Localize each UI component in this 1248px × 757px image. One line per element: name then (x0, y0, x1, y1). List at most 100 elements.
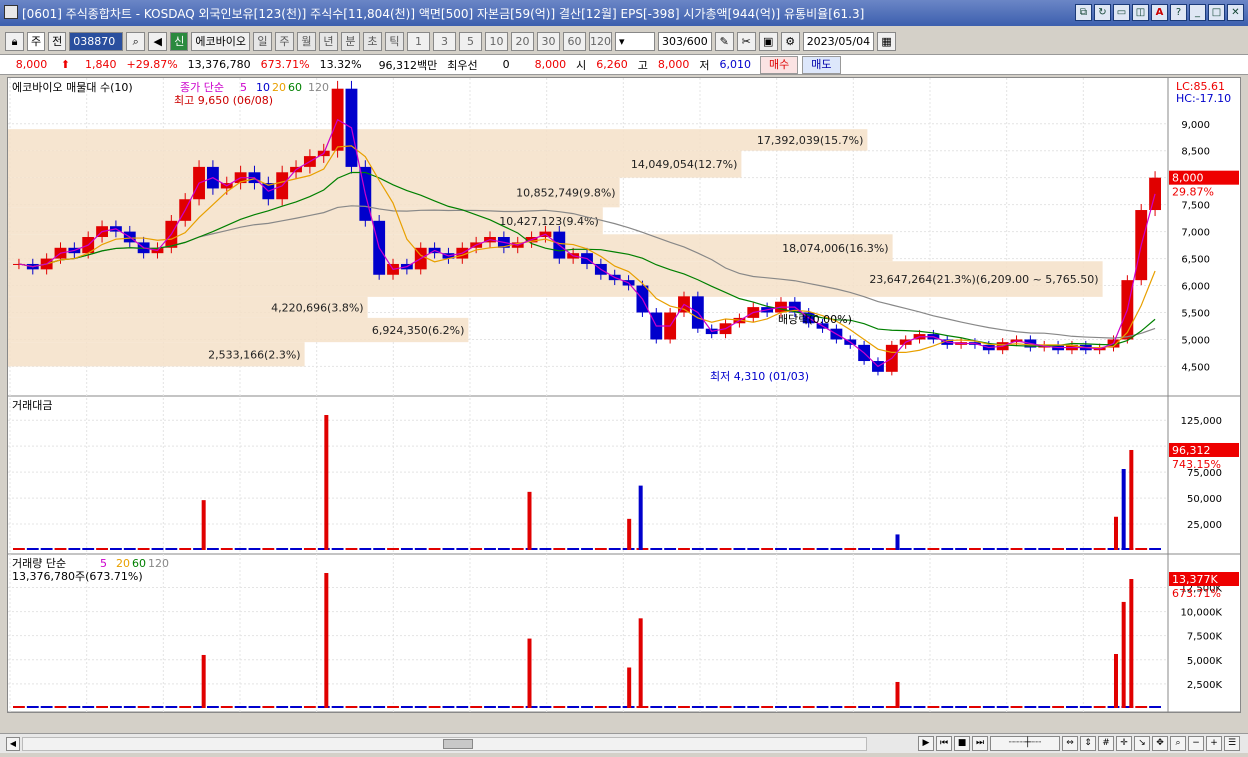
grid-icon[interactable]: # (1098, 736, 1114, 751)
expand-icon[interactable]: ⇕ (1080, 736, 1096, 751)
price-tick-label: 5,500 (1181, 309, 1210, 320)
amount-bar (165, 548, 178, 550)
volume-last-value-tag: 13,377K (1172, 573, 1218, 586)
stop-icon[interactable]: ■ (954, 736, 970, 751)
count-input[interactable]: 303/600 (657, 31, 712, 51)
amount-bar (872, 548, 884, 550)
menu-icon[interactable]: ☰ (1224, 736, 1240, 751)
pan-icon[interactable]: ✥ (1152, 736, 1168, 751)
crosshair-icon[interactable]: ✛ (1116, 736, 1132, 751)
chart-area[interactable]: 2022/020405060708091011122023/0102030405… (7, 77, 1241, 727)
date-input[interactable]: 2023/05/04 (802, 31, 875, 51)
volume-bar (913, 706, 926, 708)
period-week[interactable]: 주 (274, 31, 294, 51)
lock-icon[interactable]: 🔒︎ (5, 31, 24, 51)
stock-name: 에코바이오 (191, 31, 250, 51)
stock-code-input[interactable]: 038870 (69, 31, 124, 51)
search-icon[interactable]: ⌕ (126, 31, 146, 51)
volume-bar (123, 706, 136, 708)
volume-ma-period: 120 (148, 557, 169, 570)
interval-1[interactable]: 1 (406, 31, 430, 51)
prev-button[interactable]: 전 (48, 31, 67, 51)
volume-pct: 673.71% (260, 58, 310, 71)
current-price-value: 8,000 (15, 58, 48, 71)
volume-value: 13,376,780 (187, 58, 251, 71)
forward-icon[interactable]: ⏭ (972, 736, 988, 751)
volume-bar (996, 706, 1009, 708)
scroll-left-icon[interactable]: ◀ (6, 737, 20, 751)
help-icon[interactable]: ? (1170, 4, 1187, 21)
zoom-slider[interactable]: ┈┈┈┼┈┈ (990, 736, 1060, 751)
volume-bar (895, 681, 900, 708)
amount-bar (324, 415, 329, 550)
volume-bar (927, 706, 940, 708)
period-minute[interactable]: 분 (340, 31, 360, 51)
zoom-out-icon[interactable]: − (1188, 736, 1204, 751)
sound-icon[interactable]: ◀ (148, 31, 168, 51)
period-year[interactable]: 년 (318, 31, 338, 51)
volume-bar (290, 706, 302, 708)
draw-icon[interactable]: ↘ (1134, 736, 1150, 751)
layout-icon[interactable]: ▭ (1113, 4, 1130, 21)
alert-icon[interactable]: A (1151, 4, 1168, 21)
scroll-thumb[interactable] (443, 739, 473, 749)
price-pane-title: 에코바이오 매물대 수(10) (12, 81, 133, 94)
chart-scrollbar[interactable] (22, 737, 867, 751)
interval-120[interactable]: 120 (588, 31, 612, 51)
buy-button[interactable]: 매수 (760, 55, 799, 74)
period-second[interactable]: 초 (362, 31, 382, 51)
volume-bar (303, 706, 316, 708)
amount-bar (414, 548, 427, 550)
volume-bar (262, 706, 275, 708)
amount-bar (303, 548, 316, 550)
period-month[interactable]: 월 (296, 31, 316, 51)
chart-svg[interactable]: 2022/020405060708091011122023/0102030405… (8, 78, 1240, 727)
volume-bar (484, 706, 496, 708)
amount-bar (442, 548, 455, 550)
tool-icon[interactable]: ✎ (714, 31, 734, 51)
settings-icon[interactable]: ⚙ (780, 31, 800, 51)
rewind-icon[interactable]: ⏮ (936, 736, 952, 751)
volume-bar (719, 706, 732, 708)
volume-bar (373, 706, 386, 708)
split-icon[interactable]: ◫ (1132, 4, 1149, 21)
interval-60[interactable]: 60 (562, 31, 586, 51)
amount-tick-label: 125,000 (1181, 416, 1222, 427)
period-tick[interactable]: 틱 (384, 31, 404, 51)
compress-icon[interactable]: ⇔ (1062, 736, 1078, 751)
quote-bar: 8,000 ⬆ 1,840 +29.87% 13,376,780 673.71%… (0, 54, 1248, 75)
volume-bar (201, 654, 206, 708)
amount-bar (206, 548, 219, 550)
sell-button[interactable]: 매도 (802, 55, 841, 74)
maximize-icon[interactable]: □ (1208, 4, 1225, 21)
save-icon[interactable]: ▣ (758, 31, 778, 51)
interval-dropdown[interactable]: ▾ (614, 31, 655, 51)
interval-30[interactable]: 30 (536, 31, 560, 51)
interval-20[interactable]: 20 (510, 31, 534, 51)
scissors-icon[interactable]: ✂ (736, 31, 756, 51)
volume-bar (345, 706, 358, 708)
ma-legend-period: 20 (272, 81, 286, 94)
close-icon[interactable]: ✕ (1227, 4, 1244, 21)
volume-last-pct-tag: 673.71% (1172, 587, 1221, 600)
interval-5[interactable]: 5 (458, 31, 482, 51)
interval-3[interactable]: 3 (432, 31, 456, 51)
minimize-icon[interactable]: _ (1189, 4, 1206, 21)
market-select[interactable]: 주 (27, 31, 46, 51)
zoom-in-icon[interactable]: + (1206, 736, 1222, 751)
amount-bar (553, 548, 566, 550)
volume-bar (511, 706, 524, 708)
amount-bar (123, 548, 136, 550)
high-annotation: 최고 9,650 (06/08) (174, 94, 273, 107)
period-day[interactable]: 일 (252, 31, 272, 51)
zoom-icon[interactable]: ⌕ (1170, 736, 1186, 751)
refresh-icon[interactable]: ↻ (1094, 4, 1111, 21)
price-change-pct: +29.87% (126, 58, 178, 71)
play-icon[interactable]: ▶ (918, 736, 934, 751)
volume-bar (414, 706, 427, 708)
link-icon[interactable]: ⧉ (1075, 4, 1092, 21)
amount-bar (941, 548, 954, 550)
volume-bar (802, 706, 815, 708)
interval-10[interactable]: 10 (484, 31, 508, 51)
calendar-icon[interactable]: ▦ (877, 31, 897, 51)
